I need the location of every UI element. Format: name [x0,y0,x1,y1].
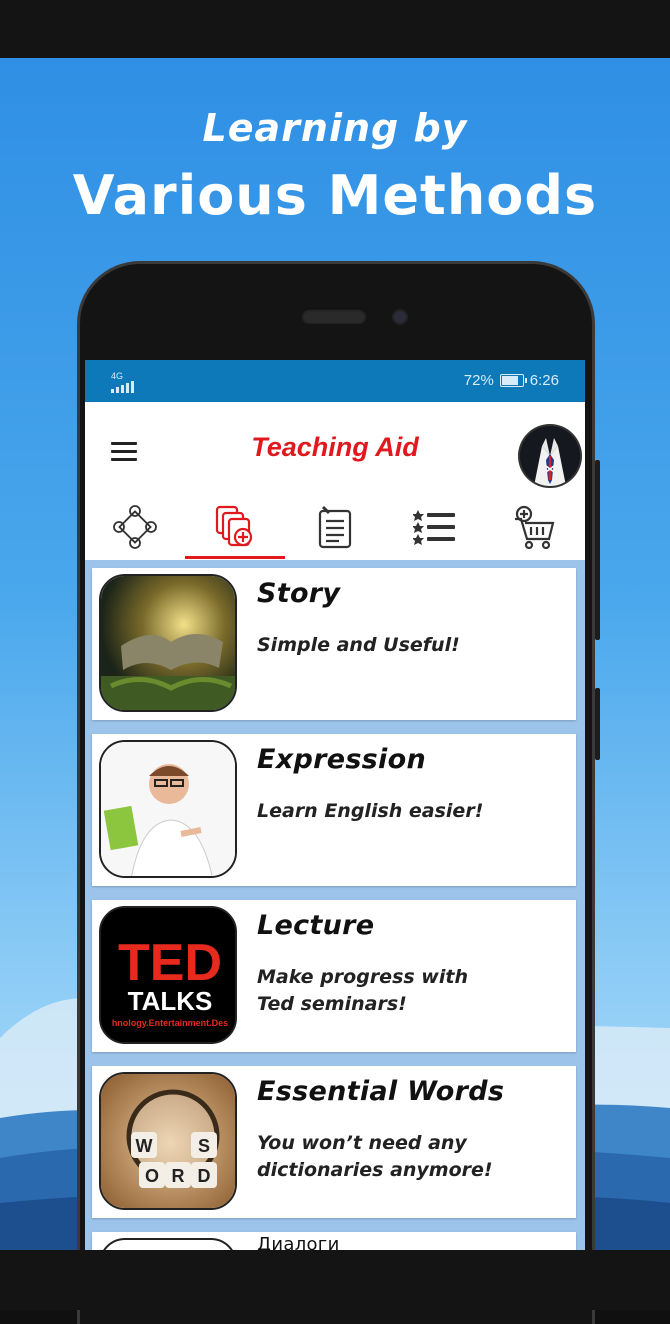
card-title: Lecture [257,910,375,941]
top-black-bar [0,0,670,58]
phone-speaker [301,308,367,324]
tab-cart[interactable] [485,494,585,560]
letter-tile: D [198,1166,211,1186]
front-camera [394,311,406,323]
app-title: Teaching Aid [251,432,419,462]
category-list: Story Simple and Useful! Expression Lear… [85,560,585,1260]
expression-thumbnail [99,740,237,878]
cart-add-icon [515,505,555,549]
letter-tile: R [172,1166,185,1186]
card-title: Essential Words [257,1076,505,1107]
list-item-story[interactable]: Story Simple and Useful! [92,568,576,720]
talks-logo-text: TALKS [128,986,213,1016]
letter-tile: S [198,1136,210,1156]
letter-tile: W [136,1136,153,1156]
app-bar: Teaching Aid [85,402,585,494]
tab-add-cards[interactable] [185,494,285,560]
tab-notes[interactable] [285,494,385,560]
phone-screen: 4G 72% 6:26 Teaching Aid Story Simple an… [85,360,585,1260]
selected-tab-indicator [185,556,285,559]
power-button [595,688,600,760]
battery-icon [499,374,527,387]
headline-line-1: Learning by [202,106,468,150]
network-type: 4G [111,371,124,381]
card-title: Expression [257,744,426,775]
card-title: Story [257,578,341,609]
bottom-black-bar [0,1250,670,1310]
status-bar: 4G 72% 6:26 [85,360,585,402]
clock: 6:26 [529,372,559,389]
lecture-thumbnail: TED TALKS hnology.Entertainment.Des [99,906,237,1044]
tab-ranked-list[interactable] [385,494,485,560]
letter-tile: O [145,1166,159,1186]
essential-words-thumbnail: W S O R D [99,1072,237,1210]
tab-bar [85,494,585,560]
battery-percent: 72% [463,372,494,389]
notes-icon [318,505,352,549]
card-subtitle: Make progress with Ted seminars! [257,966,468,1015]
ranked-list-icon [413,510,455,545]
headline-line-2: Various Methods [72,164,598,227]
skills-wheel-icon [113,505,157,549]
volume-button [595,460,600,640]
story-thumbnail [99,574,237,712]
profile-avatar[interactable] [520,426,580,486]
phone-frame: 4G 72% 6:26 Teaching Aid Story Simple an… [80,264,600,1324]
card-subtitle: Simple and Useful! [257,634,460,656]
signal-icon: 4G [111,372,137,395]
card-subtitle: Learn English easier! [257,800,484,822]
card-subtitle: You won’t need any dictionaries anymore! [257,1132,493,1181]
list-item-lecture[interactable]: TED TALKS hnology.Entertainment.Des Lect… [92,900,576,1052]
list-item-essential-words[interactable]: W S O R D Essential Words You won’t need… [92,1066,576,1218]
ted-logo-text: TED [118,934,222,992]
tab-skills[interactable] [85,494,185,560]
add-cards-icon [215,505,253,547]
ted-tagline: hnology.Entertainment.Des [112,1018,228,1028]
list-item-expression[interactable]: Expression Learn English easier! [92,734,576,886]
